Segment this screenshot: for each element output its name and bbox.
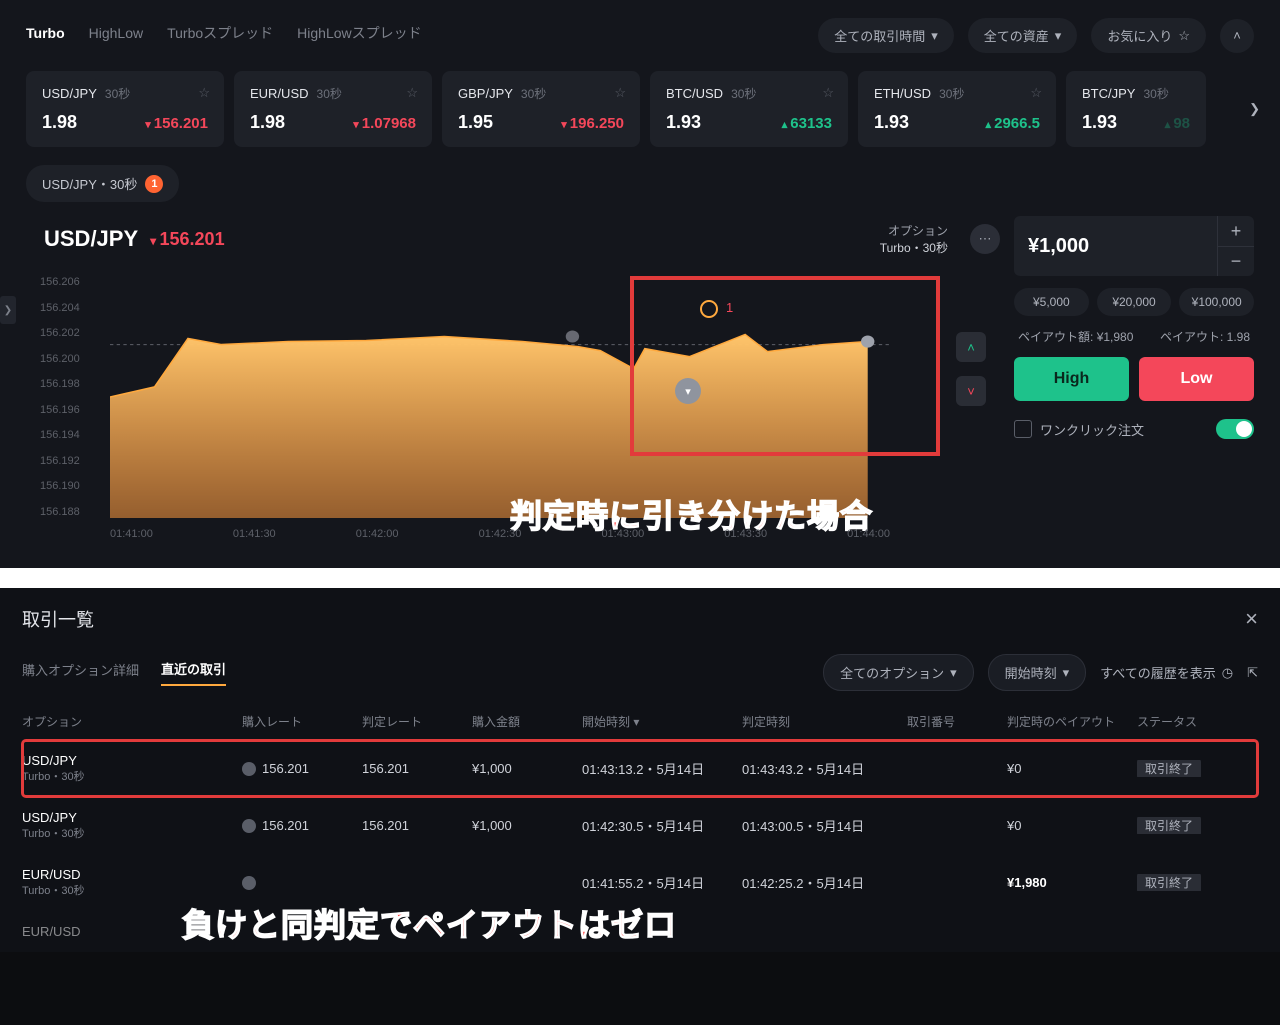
- direction-icon: [242, 819, 256, 833]
- amount-value: ¥1,000: [1014, 219, 1217, 274]
- status-badge: 取引終了: [1137, 874, 1201, 891]
- clock-icon: ◷: [1222, 665, 1233, 681]
- chevron-down-icon: ▾: [931, 28, 938, 44]
- asset-card-eurusd[interactable]: EUR/USD30秒 ☆ 1.981.07968: [234, 71, 432, 147]
- checkbox-icon: [1014, 420, 1032, 438]
- open-asset-tab[interactable]: USD/JPY・30秒 1: [26, 165, 179, 202]
- table-row[interactable]: USD/JPYTurbo・30秒 156.201 156.201 ¥1,000 …: [22, 740, 1258, 797]
- chevron-down-icon: ▾: [1055, 28, 1062, 44]
- close-button[interactable]: ×: [1245, 606, 1258, 632]
- preset-100000[interactable]: ¥100,000: [1179, 288, 1254, 316]
- tab-turbo-spread[interactable]: Turboスプレッド: [167, 23, 273, 49]
- chart-price: 156.201: [150, 229, 224, 250]
- filter-favorites[interactable]: お気に入り☆: [1091, 18, 1206, 53]
- tab-highlow-spread[interactable]: HighLowスプレッド: [297, 23, 421, 49]
- payout-info: ペイアウト額: ¥1,980 ペイアウト: 1.98: [1014, 328, 1254, 345]
- direction-icon: [242, 762, 256, 776]
- table-row[interactable]: USD/JPYTurbo・30秒 156.201 156.201 ¥1,000 …: [22, 797, 1258, 854]
- subtab-recent-trades[interactable]: 直近の取引: [161, 659, 226, 686]
- product-tabs: Turbo HighLow Turboスプレッド HighLowスプレッド 全て…: [26, 18, 1254, 53]
- chart-up-button[interactable]: ˄: [956, 332, 986, 362]
- chevron-up-icon: ˄: [1233, 28, 1241, 43]
- asset-card-btcusd[interactable]: BTC/USD30秒 ☆ 1.9363133: [650, 71, 848, 147]
- tab-turbo[interactable]: Turbo: [26, 25, 65, 47]
- filter-asset[interactable]: 全ての資産▾: [968, 18, 1078, 53]
- oneclick-toggle[interactable]: [1216, 419, 1254, 439]
- show-all-history-button[interactable]: すべての履歴を表示◷: [1100, 663, 1233, 682]
- preset-20000[interactable]: ¥20,000: [1097, 288, 1172, 316]
- filter-all-options[interactable]: 全てのオプション▾: [823, 654, 974, 691]
- chart-pair: USD/JPY: [44, 226, 138, 252]
- subtab-option-detail[interactable]: 購入オプション詳細: [22, 660, 139, 685]
- open-count-badge: 1: [145, 175, 163, 193]
- export-button[interactable]: ⇱: [1247, 665, 1258, 681]
- amount-input[interactable]: ¥1,000 + −: [1014, 216, 1254, 276]
- chevron-down-icon: ▾: [950, 665, 957, 681]
- external-link-icon: ⇱: [1247, 665, 1258, 681]
- high-button[interactable]: High: [1014, 357, 1129, 401]
- trade-history-panel: 取引一覧 × 購入オプション詳細 直近の取引 全てのオプション▾ 開始時刻▾ す…: [0, 588, 1280, 952]
- star-icon[interactable]: ☆: [406, 85, 418, 101]
- trading-panel: Turbo HighLow Turboスプレッド HighLowスプレッド 全て…: [0, 0, 1280, 568]
- filter-start-time[interactable]: 開始時刻▾: [988, 654, 1087, 691]
- chart-option-info: オプション Turbo・30秒: [880, 222, 960, 256]
- direction-icon: [242, 876, 256, 890]
- star-icon[interactable]: ☆: [614, 85, 626, 101]
- asset-duration: 30秒: [105, 85, 130, 102]
- order-marker: 1: [700, 300, 718, 318]
- table-header: オプション 購入レート 判定レート 購入金額 開始時刻 ▾ 判定時刻 取引番号 …: [22, 713, 1258, 740]
- chart-container: ❯ USD/JPY 156.201 オプション Turbo・30秒 ⋯ 156.…: [26, 216, 1254, 548]
- chevron-down-icon: ▾: [1063, 665, 1070, 681]
- x-axis: 01:41:0001:41:30 01:42:0001:42:30 01:43:…: [110, 528, 890, 540]
- amount-plus-button[interactable]: +: [1218, 216, 1254, 246]
- asset-pair: USD/JPY: [42, 86, 97, 101]
- asset-card-usdjpy[interactable]: USD/JPY 30秒 ☆ 1.98 156.201: [26, 71, 224, 147]
- star-icon[interactable]: ☆: [822, 85, 834, 101]
- y-axis: 156.206156.204 156.202156.200 156.198156…: [40, 276, 80, 518]
- chart-down-button[interactable]: ˅: [956, 376, 986, 406]
- preset-5000[interactable]: ¥5,000: [1014, 288, 1089, 316]
- scroll-right-button[interactable]: ❯: [1249, 101, 1260, 117]
- panel-title: 取引一覧: [22, 606, 94, 632]
- price-chart[interactable]: 1 判定時に引き分けた場合: [110, 276, 890, 518]
- order-panel: ¥1,000 + − ¥5,000 ¥20,000 ¥100,000 ペイアウト…: [1014, 216, 1254, 548]
- down-marker-icon: [675, 378, 701, 404]
- asset-card-ethusd[interactable]: ETH/USD30秒 ☆ 1.932966.5: [858, 71, 1056, 147]
- star-icon[interactable]: ☆: [1030, 85, 1042, 101]
- asset-card-btcjpy[interactable]: BTC/JPY30秒 1.9398: [1066, 71, 1206, 147]
- filter-time[interactable]: 全ての取引時間▾: [818, 18, 954, 53]
- status-badge: 取引終了: [1137, 760, 1201, 777]
- collapse-button[interactable]: ˄: [1220, 19, 1254, 53]
- status-badge: 取引終了: [1137, 817, 1201, 834]
- amount-minus-button[interactable]: −: [1218, 246, 1254, 276]
- annotation-text: 負けと同判定でペイアウトはゼロ: [182, 900, 677, 946]
- asset-card-gbpjpy[interactable]: GBP/JPY30秒 ☆ 1.95196.250: [442, 71, 640, 147]
- sidebar-toggle[interactable]: ❯: [0, 296, 16, 324]
- chart-menu-button[interactable]: ⋯: [970, 224, 1000, 254]
- low-button[interactable]: Low: [1139, 357, 1254, 401]
- payout-rate: 1.98: [42, 112, 77, 133]
- current-price: 156.201: [145, 115, 208, 132]
- tab-highlow[interactable]: HighLow: [89, 25, 143, 47]
- star-icon: ☆: [1178, 28, 1190, 44]
- star-icon[interactable]: ☆: [198, 85, 210, 101]
- asset-tab-label: USD/JPY・30秒: [42, 174, 137, 193]
- asset-cards: ❯ USD/JPY30秒 ☆ 1.98156.201 EUR/USD30秒 ☆ …: [26, 71, 1254, 147]
- oneclick-label: ワンクリック注文: [1040, 420, 1144, 439]
